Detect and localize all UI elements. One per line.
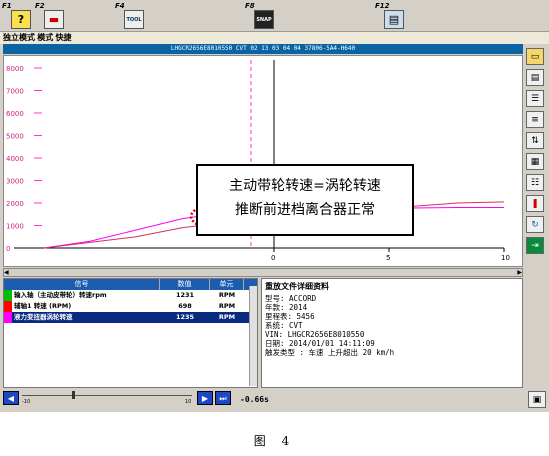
detail-line: VIN: LHGCR2656E8010550 bbox=[265, 330, 365, 339]
printer-icon: ▤ bbox=[384, 10, 404, 29]
step-button[interactable]: ⏭ bbox=[215, 391, 231, 405]
refresh-icon[interactable]: ↻ bbox=[526, 216, 544, 233]
series-swatch bbox=[4, 290, 12, 301]
scroll-left-arrow-icon[interactable]: ◀ bbox=[4, 269, 9, 276]
f1-key-button[interactable]: F1 ? bbox=[2, 2, 32, 30]
y-tick-label: 4000 bbox=[6, 155, 24, 163]
edit-list-icon[interactable]: ☰ bbox=[526, 90, 544, 107]
table-vertical-scrollbar[interactable] bbox=[249, 286, 257, 386]
camera-icon: SNAP bbox=[254, 10, 274, 29]
signal-value: 698 bbox=[178, 302, 192, 310]
figure-caption: 图 4 bbox=[253, 434, 296, 448]
signal-name: 液力变扭器涡轮转速 bbox=[14, 313, 73, 321]
timeline-track[interactable] bbox=[22, 395, 192, 396]
y-tick-label: 1000 bbox=[6, 223, 24, 231]
playback-time: -0.66s bbox=[240, 395, 269, 404]
table-row[interactable]: 辅轴1 转速 (RPM) 698 RPM bbox=[4, 301, 257, 312]
header-value: 数值 bbox=[160, 279, 210, 290]
header-unit: 单元 bbox=[210, 279, 244, 290]
signal-unit: RPM bbox=[218, 313, 236, 321]
menu-bar[interactable]: 独立模式 模式 快捷 bbox=[0, 32, 549, 44]
detail-line: 系统: CVT bbox=[265, 321, 303, 330]
signal-name: 辅轴1 转速 (RPM) bbox=[14, 302, 72, 310]
timeline-end-label: 10 bbox=[185, 399, 192, 405]
signal-value: 1235 bbox=[175, 313, 195, 321]
chart-horizontal-scrollbar[interactable]: ◀ ▶ bbox=[3, 268, 523, 277]
x-tick-label: 10 bbox=[501, 254, 510, 262]
detail-line: 日期: 2014/01/01 14:11:09 bbox=[265, 339, 375, 348]
thermometer-icon[interactable]: ❚ bbox=[526, 195, 544, 212]
print-icon[interactable]: ▤ bbox=[526, 69, 544, 86]
table-header: 信号 数值 单元 bbox=[4, 279, 257, 290]
exit-icon[interactable]: ⇥ bbox=[526, 237, 544, 254]
vehicle-title-bar: LHGCR2656E8010550 CVT 02 13 03 04 04 378… bbox=[3, 44, 523, 54]
f4-key-button[interactable]: F4 TOOL bbox=[115, 2, 145, 30]
details-title: 重放文件详细资料 bbox=[265, 281, 329, 291]
f12-key-button[interactable]: F12 ▤ bbox=[375, 2, 405, 30]
y-tick-label: 0 bbox=[6, 245, 10, 253]
app-window: F1 ? F2 ▬ F4 TOOL F8 SNAP F12 ▤ 独立模式 模式 … bbox=[0, 0, 549, 412]
save-icon[interactable]: ▣ bbox=[528, 391, 546, 408]
annotation-line-1: 主动带轮转速=涡轮转速 bbox=[229, 178, 381, 194]
detail-line: 年款: 2014 bbox=[265, 303, 308, 312]
y-tick-label: 5000 bbox=[6, 133, 24, 141]
f2-key-button[interactable]: F2 ▬ bbox=[35, 2, 65, 30]
grid-icon[interactable]: ▦ bbox=[526, 153, 544, 170]
table-row[interactable]: 输入轴（主动皮带轮）转速rpm 1231 RPM bbox=[4, 290, 257, 301]
x-tick-label: 5 bbox=[386, 254, 390, 262]
timeline-start-label: -10 bbox=[22, 399, 31, 405]
config-icon[interactable]: ☷ bbox=[526, 174, 544, 191]
playback-bar: ◀ -10 10 ▶ ⏭ -0.66s ▣ bbox=[0, 389, 549, 411]
signal-unit: RPM bbox=[218, 302, 236, 310]
detail-line: 里程表: 5456 bbox=[265, 312, 315, 321]
y-tick-label: 2000 bbox=[6, 200, 24, 208]
x-tick-label: 0 bbox=[271, 254, 275, 262]
right-tool-column: ▭ ▤ ☰ ≡ ⇅ ▦ ☷ ❚ ↻ ⇥ bbox=[526, 48, 547, 258]
detail-line: 触发类型 : 车速 上升超出 20 km/h bbox=[265, 348, 395, 357]
signal-value: 1231 bbox=[175, 291, 195, 299]
series-swatch bbox=[4, 301, 12, 312]
series-swatch bbox=[4, 312, 12, 323]
sort-icon[interactable]: ⇅ bbox=[526, 132, 544, 149]
car-icon: ▬ bbox=[44, 10, 64, 29]
y-tick-label: 8000 bbox=[6, 65, 24, 73]
annotation-line-2: 推断前进档离合器正常 bbox=[235, 202, 375, 218]
signal-table: 信号 数值 单元 输入轴（主动皮带轮）转速rpm 1231 RPM 辅轴1 转速… bbox=[3, 278, 258, 388]
table-row-selected[interactable]: 液力变扭器涡轮转速 1235 RPM bbox=[4, 312, 257, 323]
f8-key-button[interactable]: F8 SNAP bbox=[245, 2, 275, 30]
scroll-right-arrow-icon[interactable]: ▶ bbox=[517, 269, 522, 276]
y-tick-label: 7000 bbox=[6, 88, 24, 96]
play-button[interactable]: ▶ bbox=[197, 391, 213, 405]
tool-icon: TOOL bbox=[124, 10, 144, 29]
signal-name: 输入轴（主动皮带轮）转速rpm bbox=[14, 291, 107, 299]
y-tick-label: 3000 bbox=[6, 178, 24, 186]
help-icon: ? bbox=[11, 10, 31, 29]
timeline-slider-handle[interactable] bbox=[72, 391, 75, 399]
header-signal: 信号 bbox=[4, 279, 160, 290]
rewind-button[interactable]: ◀ bbox=[3, 391, 19, 405]
y-tick-label: 6000 bbox=[6, 110, 24, 118]
open-folder-icon[interactable]: ▭ bbox=[526, 48, 544, 65]
annotation-box: 主动带轮转速=涡轮转速 推断前进档离合器正常 bbox=[196, 164, 414, 236]
list-icon[interactable]: ≡ bbox=[526, 111, 544, 128]
function-key-toolbar: F1 ? F2 ▬ F4 TOOL F8 SNAP F12 ▤ bbox=[0, 0, 549, 32]
detail-line: 型号: ACCORD bbox=[265, 294, 317, 303]
signal-unit: RPM bbox=[218, 291, 236, 299]
replay-file-details: 重放文件详细资料 型号: ACCORD 年款: 2014 里程表: 5456 系… bbox=[261, 278, 523, 388]
